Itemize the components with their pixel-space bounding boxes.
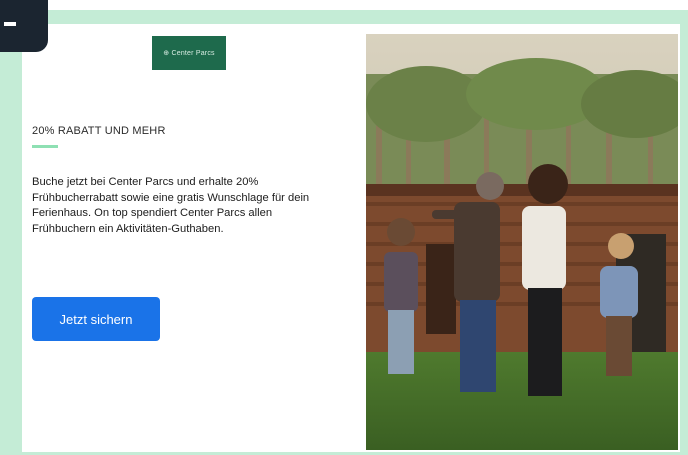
hero-image[interactable]: [366, 34, 678, 450]
brand-logo: ⊕ Center Parcs: [152, 36, 226, 70]
accent-divider: [32, 145, 58, 148]
ad-eyebrow: 20% RABATT UND MEHR: [32, 125, 166, 137]
cta-button[interactable]: Jetzt sichern: [32, 297, 160, 341]
top-strip: [48, 0, 688, 10]
brand-logo-text: ⊕ Center Parcs: [163, 50, 215, 57]
tab-marker-icon: [4, 22, 16, 26]
family-photo: [366, 34, 678, 450]
corner-tab[interactable]: [0, 0, 48, 52]
ad-body-text: Buche jetzt bei Center Parcs und erhalte…: [32, 176, 310, 235]
ad-card[interactable]: ⊕ Center Parcs 20% RABATT UND MEHR Buche…: [22, 24, 680, 452]
